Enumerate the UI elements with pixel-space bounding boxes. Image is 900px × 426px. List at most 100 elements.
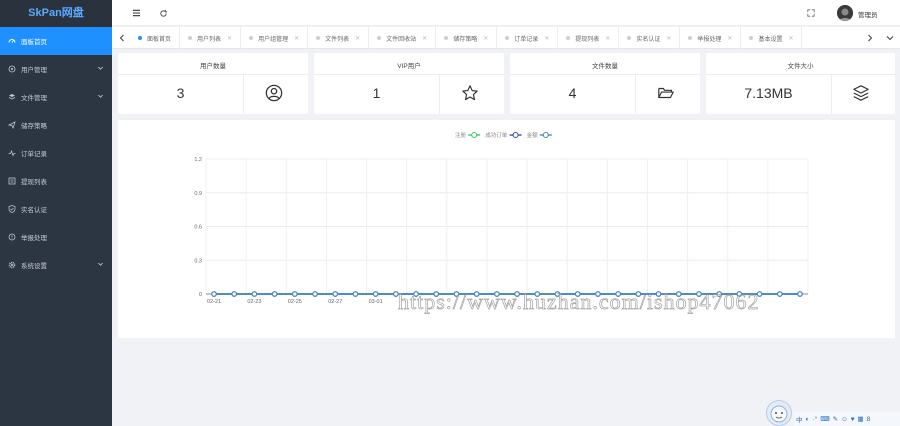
sidebar-item-label: 提现列表: [21, 179, 47, 186]
y-tick-label: 0.6: [194, 225, 202, 231]
card-divider: [118, 74, 308, 75]
tray-item[interactable]: ♥: [851, 416, 855, 423]
sidebar-item-system-settings[interactable]: 系统设置: [0, 251, 112, 279]
input-method-tray: 中 ◐ ·° ⌨ ✎ ☺ ♥ ▦ 8: [766, 400, 900, 426]
y-tick-label: 0.9: [194, 191, 202, 197]
tray-item[interactable]: 8: [867, 416, 871, 423]
tab-menu-button[interactable]: [882, 27, 898, 49]
close-icon[interactable]: ✕: [788, 35, 793, 42]
stat-title: 文件数量: [592, 63, 618, 70]
close-icon[interactable]: ✕: [666, 35, 671, 42]
tab-label: 基本设置: [758, 36, 783, 43]
tab-recycle-bin[interactable]: 文件回收站 ✕: [369, 27, 437, 49]
x-tick-label: 03-01: [369, 299, 383, 305]
sidebar-item-withdraw-list[interactable]: 提现列表: [0, 167, 112, 195]
tab-basic-settings[interactable]: 基本设置 ✕: [741, 27, 803, 49]
chevron-down-icon: [98, 94, 103, 98]
data-point: [231, 291, 237, 297]
data-point: [413, 291, 419, 297]
card-vertical-divider: [439, 75, 440, 114]
card-vertical-divider: [635, 75, 636, 114]
tab-bar: 面板首页 用户列表 ✕ 用户组管理 ✕ 文件列表 ✕ 文件回收站 ✕ 储存策略 ✕ 订单记…: [112, 27, 900, 49]
data-point: [372, 291, 379, 297]
sidebar-item-report-handling[interactable]: 举报处理: [0, 223, 112, 251]
tab-user-list[interactable]: 用户列表 ✕: [180, 27, 242, 49]
close-icon[interactable]: ✕: [355, 35, 360, 42]
tab-file-list[interactable]: 文件列表 ✕: [308, 27, 370, 49]
avatar[interactable]: [837, 5, 853, 21]
tray-item[interactable]: ✎: [833, 415, 838, 423]
legend-label: 金额: [527, 131, 539, 139]
tray-item[interactable]: ☺: [841, 416, 848, 423]
user-circle-icon: [264, 83, 284, 103]
data-point: [271, 291, 278, 297]
tray-item[interactable]: ·°: [812, 416, 817, 423]
tray-item[interactable]: 中: [796, 414, 803, 424]
shield-check-icon: [7, 205, 16, 214]
fullscreen-icon: [807, 9, 815, 17]
tab-dot: [444, 36, 449, 40]
close-icon[interactable]: ✕: [483, 35, 488, 42]
tab-label: 用户列表: [197, 36, 222, 43]
sidebar-item-real-name-auth[interactable]: 实名认证: [0, 195, 112, 223]
tab-order-records[interactable]: 订单记录 ✕: [497, 27, 559, 49]
username-label[interactable]: 管理员: [858, 9, 878, 19]
tray-item[interactable]: ⌨: [820, 415, 829, 423]
tab-scroll-left-button[interactable]: [114, 27, 130, 49]
stat-title: 文件大小: [787, 63, 814, 70]
close-icon[interactable]: ✕: [422, 35, 427, 42]
sidebar: SkPan网盘 面板首页 用户管理 文件管理 储存策略 订单记录 提现列表 实名…: [0, 0, 112, 426]
menu-icon: [132, 9, 140, 17]
tab-user-group[interactable]: 用户组管理 ✕: [241, 27, 309, 49]
chevron-down-icon: [98, 262, 103, 266]
tray-item[interactable]: ▦: [858, 415, 864, 423]
fullscreen-button[interactable]: [805, 7, 817, 19]
data-point: [716, 291, 722, 297]
data-point: [574, 291, 581, 297]
close-icon[interactable]: ✕: [727, 35, 732, 42]
sidebar-item-label: 用户管理: [21, 67, 47, 74]
close-icon[interactable]: ✕: [227, 35, 232, 42]
data-point: [433, 291, 440, 297]
chevron-left-icon: [119, 34, 124, 42]
refresh-button[interactable]: [157, 7, 169, 19]
legend-label: 注册: [455, 131, 467, 139]
tab-storage-policy[interactable]: 储存策略 ✕: [436, 27, 498, 49]
tab-real-name-auth[interactable]: 实名认证 ✕: [619, 27, 681, 49]
chevron-right-icon: [868, 34, 873, 42]
card-divider: [706, 74, 895, 75]
data-point: [352, 291, 359, 297]
data-point: [777, 291, 783, 297]
tray-item[interactable]: ◐: [806, 416, 810, 423]
sidebar-item-order-records[interactable]: 订单记录: [0, 139, 112, 167]
data-point: [736, 291, 743, 297]
data-point: [615, 291, 621, 297]
sidebar-item-user-management[interactable]: 用户管理: [0, 55, 112, 83]
menu-toggle-button[interactable]: [130, 7, 142, 19]
x-tick-label: 02-25: [288, 299, 302, 305]
data-point: [453, 291, 460, 297]
close-icon[interactable]: ✕: [294, 35, 299, 42]
assistant-avatar-icon[interactable]: [766, 400, 792, 426]
app-brand[interactable]: SkPan网盘: [0, 0, 112, 27]
y-tick-label: 0: [199, 292, 202, 298]
data-point: [312, 291, 318, 297]
chevron-down-icon: [98, 66, 103, 70]
close-icon[interactable]: ✕: [605, 35, 610, 42]
tab-label: 储存策略: [453, 36, 478, 43]
tab-scroll-right-button[interactable]: [862, 27, 878, 49]
tab-withdraw-list[interactable]: 提现列表 ✕: [558, 27, 620, 49]
tab-dashboard[interactable]: 面板首页: [130, 27, 181, 49]
close-icon[interactable]: ✕: [544, 35, 549, 42]
alert-circle-icon: [7, 233, 16, 242]
paper-plane-icon: [7, 121, 16, 130]
tab-report-handling[interactable]: 举报处理 ✕: [680, 27, 742, 49]
sidebar-item-dashboard[interactable]: 面板首页: [0, 27, 112, 55]
star-icon: [460, 83, 480, 103]
tab-dot: [627, 36, 632, 40]
sidebar-item-file-management[interactable]: 文件管理: [0, 83, 112, 111]
tab-dot: [138, 36, 142, 40]
sidebar-item-storage-policy[interactable]: 储存策略: [0, 111, 112, 139]
stat-card-file-size: 文件大小 7.13MB: [706, 53, 895, 114]
tab-dot: [749, 36, 754, 40]
